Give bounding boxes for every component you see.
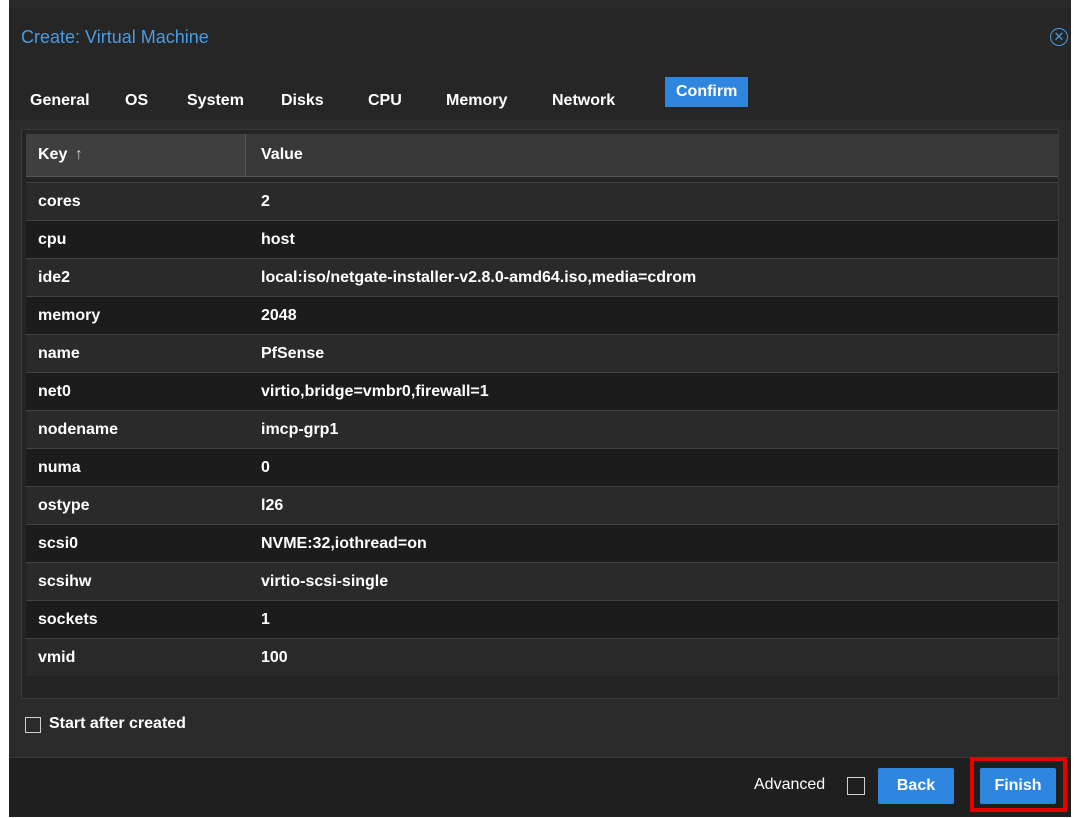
finish-button[interactable]: Finish: [980, 768, 1056, 804]
table-row[interactable]: name PfSense: [26, 334, 1058, 372]
table-row[interactable]: numa 0: [26, 448, 1058, 486]
cell-value: 0: [261, 459, 270, 476]
wizard-tabs: General OS System Disks CPU Memory Netwo…: [9, 68, 1071, 120]
dialog-title: Create: Virtual Machine: [21, 27, 209, 47]
cell-key: net0: [38, 383, 71, 400]
table-row[interactable]: nodename imcp-grp1: [26, 410, 1058, 448]
advanced-checkbox[interactable]: [847, 777, 865, 795]
advanced-label: Advanced: [754, 776, 826, 793]
cell-value: virtio-scsi-single: [261, 573, 389, 590]
cell-value: local:iso/netgate-installer-v2.8.0-amd64…: [261, 269, 697, 286]
start-after-created-label: Start after created: [49, 715, 186, 732]
cell-key: ide2: [38, 269, 71, 286]
close-icon[interactable]: ✕: [1050, 28, 1068, 46]
tab-confirm[interactable]: Confirm: [665, 77, 749, 107]
cell-value: 1: [261, 611, 270, 628]
cell-value: host: [261, 231, 295, 248]
start-after-created-checkbox[interactable]: [25, 717, 41, 733]
sort-ascending-icon: ↑: [74, 146, 83, 163]
table-row[interactable]: scsihw virtio-scsi-single: [26, 562, 1058, 600]
cell-key: scsihw: [38, 573, 92, 590]
create-vm-dialog: Create: Virtual Machine ✕ General OS Sys…: [9, 8, 1071, 817]
cell-key: name: [38, 345, 80, 362]
tab-system[interactable]: System: [180, 88, 251, 114]
cell-key: ostype: [38, 497, 90, 514]
table-row[interactable]: net0 virtio,bridge=vmbr0,firewall=1: [26, 372, 1058, 410]
background-window-strip: [9, 0, 1071, 8]
tab-network[interactable]: Network: [545, 88, 622, 114]
cell-key: cores: [38, 193, 81, 210]
tab-cpu[interactable]: CPU: [361, 88, 409, 114]
dialog-titlebar: Create: Virtual Machine ✕: [9, 8, 1071, 68]
grid-rows: cores 2 cpu host ide2 local:iso/netgate-ins…: [26, 182, 1058, 676]
table-row[interactable]: memory 2048: [26, 296, 1058, 334]
table-row[interactable]: cores 2: [26, 182, 1058, 220]
cell-key: nodename: [38, 421, 119, 438]
cell-value: PfSense: [261, 345, 325, 362]
cell-key: numa: [38, 459, 81, 476]
table-row[interactable]: scsi0 NVME:32,iothread=on: [26, 524, 1058, 562]
cell-value: virtio,bridge=vmbr0,firewall=1: [261, 383, 489, 400]
tab-memory[interactable]: Memory: [439, 88, 514, 114]
summary-grid: Key ↑ Value cores 2 cpu host ide2 local:iso…: [21, 129, 1059, 699]
cell-key: sockets: [38, 611, 98, 628]
table-row[interactable]: ide2 local:iso/netgate-installer-v2.8.0-a…: [26, 258, 1058, 296]
cell-value: 100: [261, 649, 288, 666]
cell-value: NVME:32,iothread=on: [261, 535, 427, 552]
cell-value: 2: [261, 193, 270, 210]
tab-disks[interactable]: Disks: [274, 88, 331, 114]
table-row[interactable]: ostype l26: [26, 486, 1058, 524]
cell-value: 2048: [261, 307, 297, 324]
cell-value: imcp-grp1: [261, 421, 339, 438]
table-row[interactable]: vmid 100: [26, 638, 1058, 676]
tab-general[interactable]: General: [23, 88, 97, 114]
column-header-key-label: Key: [38, 146, 68, 163]
table-row[interactable]: sockets 1: [26, 600, 1058, 638]
table-row[interactable]: cpu host: [26, 220, 1058, 258]
cell-key: cpu: [38, 231, 67, 248]
back-button[interactable]: Back: [878, 768, 954, 804]
grid-header: Key ↑ Value: [26, 134, 1058, 177]
column-header-value[interactable]: Value: [247, 134, 1058, 176]
tab-os[interactable]: OS: [118, 88, 155, 114]
cell-key: vmid: [38, 649, 76, 666]
cell-key: memory: [38, 307, 101, 324]
column-header-key[interactable]: Key ↑: [26, 134, 246, 176]
cell-value: l26: [261, 497, 284, 514]
cell-key: scsi0: [38, 535, 79, 552]
